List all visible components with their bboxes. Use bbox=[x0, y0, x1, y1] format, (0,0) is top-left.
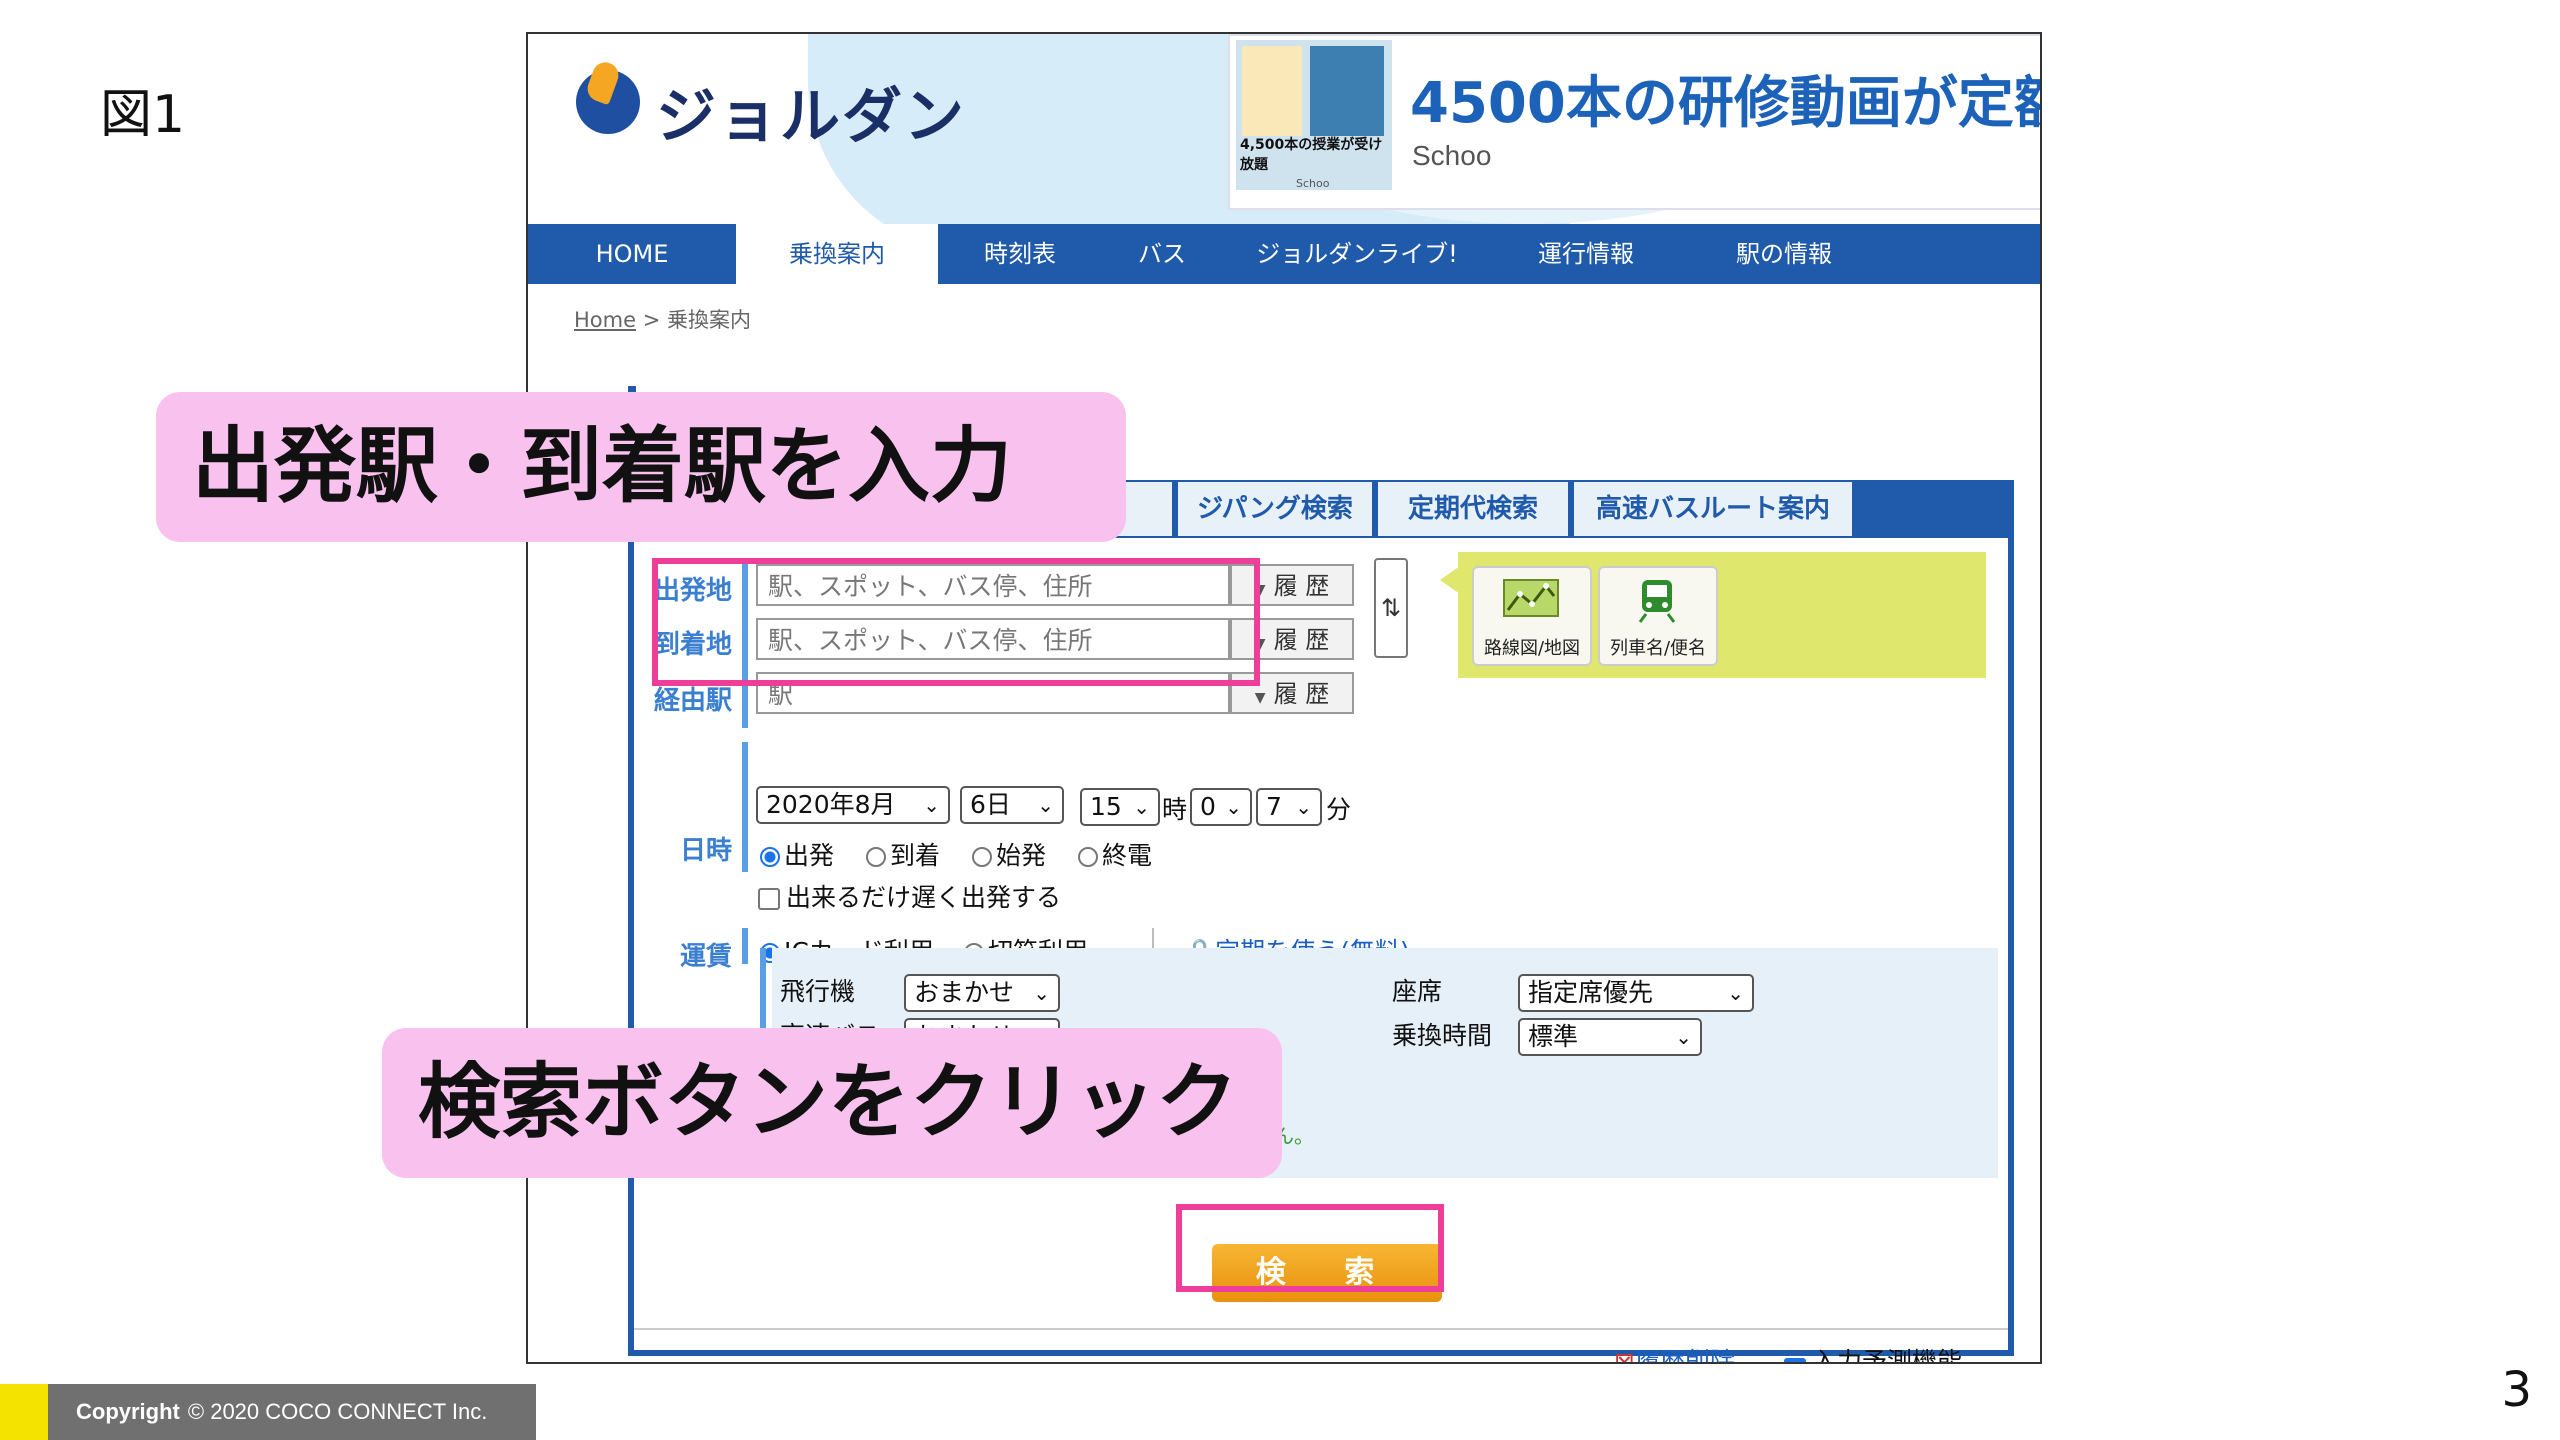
radio-icon bbox=[1078, 847, 1098, 867]
main-nav: HOME 乗換案内 時刻表 バス ジョルダンライブ! 運行情報 駅の情報 bbox=[528, 224, 2040, 284]
minute-ones-select[interactable]: 7 ⌄ bbox=[1256, 788, 1322, 826]
history-label: 履 歴 bbox=[1273, 626, 1330, 654]
nav-station-info[interactable]: 駅の情報 bbox=[1680, 224, 1888, 284]
ad-thumb-brand: Schoo bbox=[1296, 177, 1330, 190]
chevron-down-icon: ⌄ bbox=[1225, 795, 1242, 819]
search-button-highlight bbox=[1176, 1204, 1444, 1292]
radio-icon bbox=[972, 847, 992, 867]
chevron-down-icon: ⌄ bbox=[1727, 981, 1744, 1005]
transfer-time-select[interactable]: 標準 ⌄ bbox=[1518, 1018, 1702, 1056]
breadcrumb-home[interactable]: Home bbox=[574, 308, 636, 332]
time-type-last[interactable]: 終電 bbox=[1078, 836, 1152, 872]
checkbox-icon bbox=[758, 888, 780, 910]
station-inputs-highlight bbox=[652, 558, 1260, 686]
minute-unit: 分 bbox=[1326, 795, 1352, 824]
chevron-down-icon: ⌄ bbox=[1037, 793, 1054, 817]
callout-click-search: 検索ボタンをクリック bbox=[382, 1028, 1282, 1178]
ad-title[interactable]: 4500本の研修動画が定額 bbox=[1410, 58, 2040, 139]
ad-banner[interactable]: 4,500本の授業が受け放題 Schoo 4500本の研修動画が定額 Schoo bbox=[1228, 34, 2040, 210]
predictive-input-checkbox[interactable]: ✓入力予測機能 bbox=[1784, 1342, 1962, 1362]
time-type-first[interactable]: 始発 bbox=[972, 836, 1046, 872]
chevron-down-icon: ⌄ bbox=[923, 793, 940, 817]
airplane-select[interactable]: おまかせ ⌄ bbox=[904, 974, 1060, 1012]
dropdown-arrow-icon: ▼ bbox=[1254, 690, 1266, 706]
copyright-bar: Copyright © 2020 COCO CONNECT Inc. bbox=[0, 1384, 536, 1440]
time-type-departure[interactable]: 出発 bbox=[760, 836, 834, 872]
ad-thumbnail[interactable]: 4,500本の授業が受け放題 Schoo bbox=[1236, 40, 1392, 190]
ad-subtitle: Schoo bbox=[1412, 140, 1492, 171]
airplane-label: 飛行機 bbox=[780, 977, 856, 1006]
delete-history-link[interactable]: ⊠履歴削除 bbox=[1614, 1342, 1735, 1364]
chevron-down-icon: ⌄ bbox=[1675, 1025, 1692, 1049]
breadcrumb-separator: > bbox=[642, 308, 661, 332]
panel-footer-divider bbox=[634, 1328, 2008, 1330]
figure-label: 図1 bbox=[100, 85, 186, 145]
chevron-down-icon: ⌄ bbox=[1295, 795, 1312, 819]
breadcrumb: Home > 乗換案内 bbox=[574, 304, 751, 334]
radio-icon bbox=[866, 847, 886, 867]
delete-icon: ⊠ bbox=[1614, 1347, 1635, 1364]
breadcrumb-current: 乗換案内 bbox=[667, 308, 751, 332]
checkbox-checked-icon: ✓ bbox=[1784, 1358, 1806, 1362]
nav-home[interactable]: HOME bbox=[528, 224, 736, 284]
copyright-text: © 2020 COCO CONNECT Inc. bbox=[187, 1399, 488, 1424]
year-month-select[interactable]: 2020年8月 ⌄ bbox=[756, 786, 950, 824]
route-map-label: 路線図/地図 bbox=[1483, 638, 1581, 659]
callout-input-stations: 出発駅・到着駅を入力 bbox=[156, 392, 1126, 542]
nav-transfer[interactable]: 乗換案内 bbox=[736, 224, 938, 284]
nav-bus[interactable]: バス bbox=[1102, 224, 1222, 284]
jorudan-logo-icon[interactable] bbox=[576, 70, 640, 134]
green-box-pointer bbox=[1440, 566, 1460, 594]
tab-commuter-search[interactable]: 定期代検索 bbox=[1378, 482, 1568, 536]
fare-bar bbox=[742, 928, 748, 964]
fare-label: 運賃 bbox=[679, 942, 732, 972]
radio-icon bbox=[760, 847, 780, 867]
seat-select[interactable]: 指定席優先 ⌄ bbox=[1518, 974, 1754, 1012]
hour-unit: 時 bbox=[1162, 795, 1188, 824]
nav-timetable[interactable]: 時刻表 bbox=[938, 224, 1102, 284]
ad-thumb-caption: 4,500本の授業が受け放題 bbox=[1240, 137, 1383, 173]
page-number: 3 bbox=[2501, 1362, 2532, 1418]
nav-jorudan-live[interactable]: ジョルダンライブ! bbox=[1222, 224, 1492, 284]
chevron-down-icon: ⌄ bbox=[1133, 795, 1150, 819]
route-map-icon bbox=[1503, 579, 1559, 617]
minute-tens-select[interactable]: 0 ⌄ bbox=[1190, 788, 1252, 826]
hour-select[interactable]: 15 ⌄ bbox=[1080, 788, 1160, 826]
seat-label: 座席 bbox=[1392, 977, 1443, 1006]
train-icon bbox=[1638, 580, 1676, 623]
tab-zipang-search[interactable]: ジパング検索 bbox=[1178, 482, 1372, 536]
copyright-accent bbox=[0, 1384, 48, 1440]
route-map-button[interactable]: 路線図/地図 bbox=[1472, 566, 1592, 666]
swap-arrows-icon[interactable]: ⇅ bbox=[1374, 558, 1408, 658]
datetime-label: 日時 bbox=[679, 836, 732, 866]
time-type-arrival[interactable]: 到着 bbox=[866, 836, 940, 872]
train-name-label: 列車名/便名 bbox=[1609, 638, 1707, 659]
day-select[interactable]: 6日 ⌄ bbox=[960, 786, 1064, 824]
site-logo[interactable]: ジョルダン bbox=[656, 68, 966, 155]
tab-highway-bus[interactable]: 高速バスルート案内 bbox=[1574, 482, 1852, 536]
quick-buttons-box: 路線図/地図 列車名/便名 bbox=[1458, 552, 1986, 678]
nav-service-info[interactable]: 運行情報 bbox=[1492, 224, 1680, 284]
train-name-button[interactable]: 列車名/便名 bbox=[1598, 566, 1718, 666]
late-departure-checkbox[interactable]: 出来るだけ遅く出発する bbox=[758, 878, 1061, 914]
history-label: 履 歴 bbox=[1273, 680, 1330, 708]
datetime-bar bbox=[742, 742, 748, 872]
chevron-down-icon: ⌄ bbox=[1033, 981, 1050, 1005]
history-label: 履 歴 bbox=[1273, 572, 1330, 600]
transfer-time-label: 乗換時間 bbox=[1392, 1021, 1493, 1050]
copyright-bold: Copyright bbox=[76, 1399, 180, 1424]
